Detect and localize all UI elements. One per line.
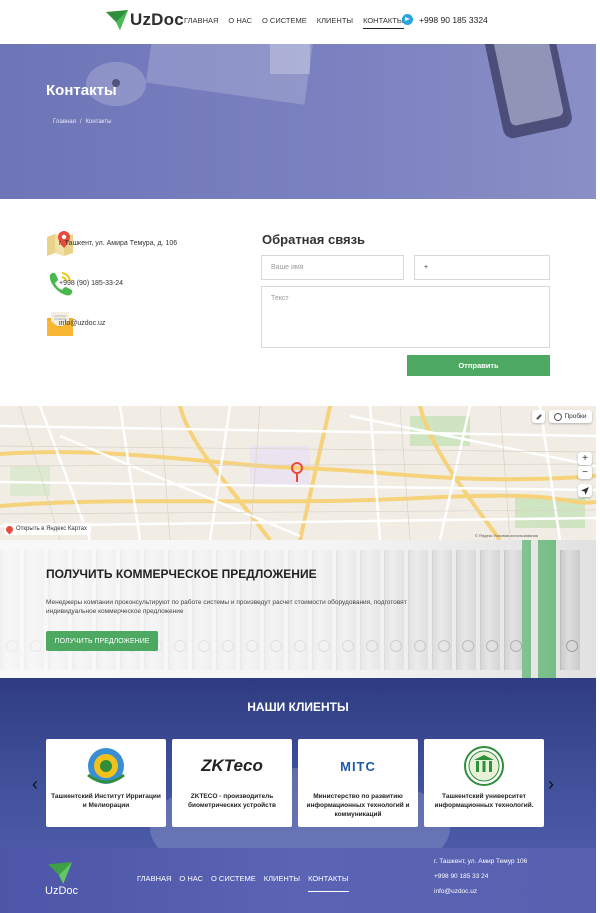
clients-prev-arrow[interactable]: ‹ — [32, 774, 38, 795]
yandex-pin-icon — [4, 524, 15, 534]
logo[interactable]: UzDoc — [106, 10, 184, 30]
clients-next-arrow[interactable]: › — [548, 774, 554, 795]
traffic-label: Пробки — [564, 413, 587, 420]
client-name: ZKTECO - производитель биометрических ус… — [188, 793, 276, 809]
client-card[interactable]: Ташкентский Институт Ирригации и Мелиора… — [46, 739, 166, 827]
page-title: Контакты — [46, 82, 117, 99]
mitc-logo: MITC — [340, 758, 376, 774]
tiim-emblem-icon — [87, 748, 125, 784]
client-logo: ZKTeco — [172, 745, 292, 787]
footer-address: г. Ташкент, ул. Амир Темур 106 — [434, 858, 528, 865]
client-name: Министерство по развитию информационных … — [306, 793, 410, 818]
client-name: Ташкентский университет информационных т… — [434, 793, 534, 809]
zoom-in-button[interactable]: + — [578, 452, 592, 465]
breadcrumb-home[interactable]: Главная — [53, 119, 76, 125]
phone-input[interactable]: + — [414, 255, 550, 280]
yandex-map[interactable] — [0, 406, 596, 540]
submit-button[interactable]: Отправить — [407, 355, 550, 376]
footer-nav-home[interactable]: ГЛАВНАЯ — [137, 874, 171, 892]
footer-nav-about[interactable]: О НАС — [179, 874, 203, 892]
breadcrumb-current: Контакты — [85, 119, 112, 125]
client-card[interactable]: ZKTeco ZKTECO - производитель биометриче… — [172, 739, 292, 827]
client-logo: MITC — [298, 745, 418, 787]
offer-description: Менеджеры компании проконсультируют по р… — [46, 599, 407, 615]
client-card[interactable]: MITC Министерство по развитию информацио… — [298, 739, 418, 827]
map-streets — [0, 406, 596, 540]
client-logo — [424, 745, 544, 787]
footer-logo-arrow-icon[interactable] — [48, 862, 72, 884]
name-input[interactable]: Ваше имя — [261, 255, 404, 280]
map-copyright[interactable]: © Яндекс Условия использования — [475, 533, 538, 538]
geolocation-button[interactable] — [578, 484, 592, 497]
footer-nav: ГЛАВНАЯ О НАС О СИСТЕМЕ КЛИЕНТЫ КОНТАКТЫ — [137, 874, 349, 892]
hero-paper-decoration-2 — [270, 44, 310, 74]
contact-address-text: г. Ташкент, ул. Амира Темура, д. 106 — [59, 240, 178, 247]
breadcrumb: Главная / Контакты — [53, 119, 111, 125]
traffic-button[interactable]: Пробки — [549, 410, 592, 423]
logo-text: UzDoc — [130, 10, 184, 29]
nav-about[interactable]: О НАС — [228, 16, 252, 29]
zoom-out-button[interactable]: − — [578, 466, 592, 479]
client-card[interactable]: Ташкентский университет информационных т… — [424, 739, 544, 827]
open-in-yandex-link[interactable]: Открыть в Яндекс Картах — [4, 523, 91, 535]
message-textarea[interactable]: Текст — [261, 286, 550, 348]
contact-email-text[interactable]: info@uzdoc.uz — [59, 320, 105, 327]
site-header: UzDoc ГЛАВНАЯ О НАС О СИСТЕМЕ КЛИЕНТЫ КО… — [0, 0, 600, 44]
nav-clients[interactable]: КЛИЕНТЫ — [317, 16, 353, 29]
contact-phone-text[interactable]: +998 (90) 185-33-24 — [59, 280, 123, 287]
feedback-title: Обратная связь — [262, 232, 366, 247]
telegram-icon — [402, 14, 413, 25]
nav-home[interactable]: ГЛАВНАЯ — [184, 16, 218, 29]
offer-title: ПОЛУЧИТЬ КОММЕРЧЕСКОЕ ПРЕДЛОЖЕНИЕ — [46, 567, 317, 581]
nav-contacts[interactable]: КОНТАКТЫ — [363, 16, 404, 29]
header-phone-number: +998 90 185 3324 — [419, 14, 488, 25]
zkteco-logo: ZKTeco — [201, 756, 263, 775]
footer-nav-contacts[interactable]: КОНТАКТЫ — [308, 874, 349, 892]
client-name: Ташкентский Институт Ирригации и Мелиора… — [51, 793, 161, 809]
nav-system[interactable]: О СИСТЕМЕ — [262, 16, 307, 29]
client-logo — [46, 745, 166, 787]
header-phone[interactable]: +998 90 185 3324 — [402, 14, 488, 25]
open-in-yandex-label: Открыть в Яндекс Картах — [16, 526, 87, 532]
geolocation-arrow-icon — [581, 486, 589, 495]
footer-nav-system[interactable]: О СИСТЕМЕ — [211, 874, 256, 892]
footer-phone[interactable]: +998 90 185 33 24 — [434, 873, 488, 880]
tuit-emblem-icon — [464, 746, 504, 786]
map-ruler-button[interactable] — [532, 410, 545, 423]
footer-logo-text[interactable]: UzDoc — [45, 885, 78, 897]
footer-email[interactable]: info@uzdoc.uz — [434, 888, 477, 895]
main-nav: ГЛАВНАЯ О НАС О СИСТЕМЕ КЛИЕНТЫ КОНТАКТЫ — [184, 16, 404, 29]
get-offer-button[interactable]: ПОЛУЧИТЬ ПРЕДЛОЖЕНИЕ — [46, 631, 158, 651]
traffic-icon — [554, 412, 563, 421]
logo-arrow-icon — [106, 10, 128, 30]
ruler-icon — [535, 413, 542, 420]
footer-nav-clients[interactable]: КЛИЕНТЫ — [264, 874, 300, 892]
breadcrumb-separator: / — [79, 119, 82, 125]
clients-title: НАШИ КЛИЕНТЫ — [247, 700, 349, 714]
